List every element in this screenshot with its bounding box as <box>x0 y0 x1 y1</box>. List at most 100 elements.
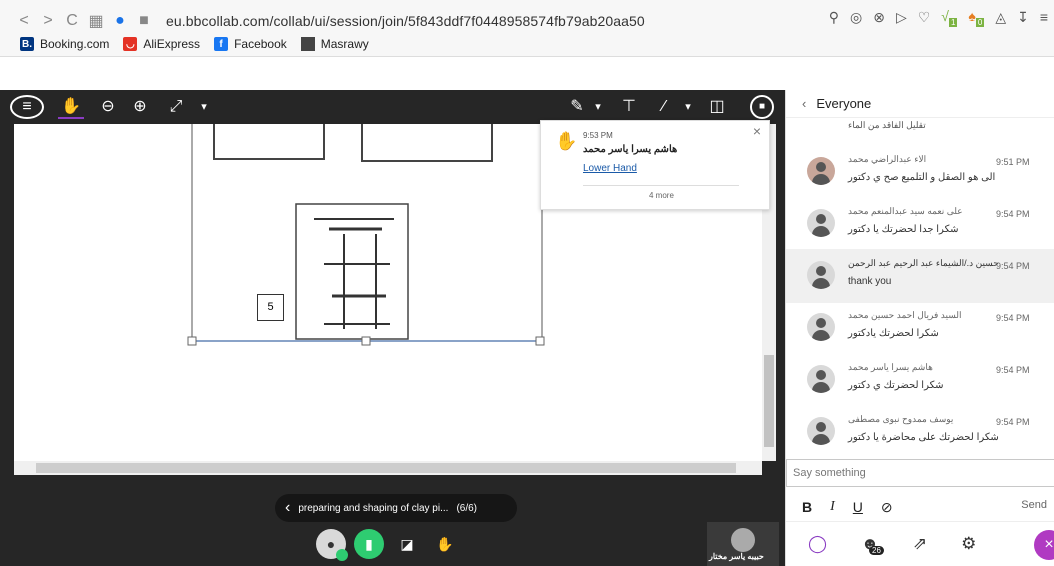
heart-icon[interactable]: ♡ <box>918 9 931 26</box>
menu-icon[interactable]: ≡ <box>1040 9 1048 25</box>
message-time: 9:54 PM <box>996 209 1030 219</box>
avatar <box>807 261 835 289</box>
message-text: شكرا لحضرتك يادكتور <box>848 328 939 339</box>
block-icon[interactable]: ⊗ <box>873 9 885 26</box>
chat-message: حسين د./الشيماء عبد الرحيم عبد الرحمن th… <box>786 249 1054 303</box>
bookmark-aliexpress[interactable]: ◡ AliExpress <box>123 37 200 51</box>
avatar <box>807 417 835 445</box>
figure-top-right <box>361 118 493 162</box>
zoom-in-icon[interactable]: ⊕ <box>128 95 152 119</box>
microphone-button[interactable]: ▮ <box>354 529 384 559</box>
message-text: شكرا لحضرتك على محاضرة يا دكتور <box>848 432 999 443</box>
browser-bar: < > C ▦ ● ■ eu.bbcollab.com/collab/ui/se… <box>0 0 1054 57</box>
horizontal-scroll-thumb[interactable] <box>36 463 736 473</box>
pencil-dropdown-icon[interactable]: ▾ <box>590 95 606 119</box>
settings-gear-icon[interactable]: ⚙ <box>961 534 976 554</box>
lock-icon: ■ <box>139 12 149 29</box>
text-tool-icon[interactable]: ⊤ <box>617 95 641 119</box>
selection-handle[interactable] <box>535 336 545 346</box>
chat-tab-icon[interactable]: ◯ <box>808 534 827 554</box>
bold-icon[interactable]: B <box>802 499 812 515</box>
status-badge <box>336 549 348 561</box>
underline-icon[interactable]: U <box>853 499 863 515</box>
bookmark-facebook[interactable]: f Facebook <box>214 37 287 51</box>
lower-hand-link[interactable]: Lower Hand <box>583 163 637 174</box>
camera-off-button[interactable]: ◪ <box>392 529 422 559</box>
box-icon[interactable]: ◬ <box>995 9 1006 26</box>
hand-icon: ✋ <box>555 131 578 151</box>
fit-dropdown-icon[interactable]: ▾ <box>196 95 212 119</box>
avatar <box>807 157 835 185</box>
participants-count: 26 <box>869 546 884 555</box>
chevron-left-icon[interactable]: ‹ <box>285 499 290 517</box>
selection-handle[interactable] <box>187 336 197 346</box>
message-time: 9:54 PM <box>996 261 1030 271</box>
panel-tabs: ◯ ☻ 26 ⇗ ⚙ <box>786 521 1054 566</box>
raise-hand-button[interactable]: ✋ <box>430 529 460 559</box>
file-title: preparing and shaping of clay pi... <box>298 502 449 514</box>
file-page: (6/6) <box>456 502 477 514</box>
mic-icon[interactable]: ● <box>108 12 132 30</box>
reload-icon[interactable]: C <box>60 12 84 30</box>
pan-hand-icon[interactable]: ✋ <box>58 95 84 119</box>
send-button[interactable]: Send <box>1021 499 1047 511</box>
message-time: 9:54 PM <box>996 365 1030 375</box>
url-field[interactable]: eu.bbcollab.com/collab/ui/session/join/5… <box>166 13 645 29</box>
format-bar: B I U ⊘ Send <box>786 494 1054 520</box>
extension-one-icon[interactable]: √ 1 <box>941 8 958 27</box>
chat-input[interactable]: Say something <box>786 459 1054 487</box>
zoom-out-icon[interactable]: ⊖ <box>96 95 120 119</box>
chat-top-text: تقليل الفاقد من الماء <box>848 120 926 130</box>
message-time: 9:54 PM <box>996 313 1030 323</box>
fit-screen-icon[interactable]: ⤢ <box>164 95 188 119</box>
apps-icon[interactable]: ▦ <box>84 11 108 31</box>
vertical-scroll-thumb[interactable] <box>764 355 774 447</box>
search-icon[interactable]: ⚲ <box>829 9 839 26</box>
forward-icon[interactable]: > <box>36 12 60 30</box>
self-video-tile: حبيبه ياسر مختار <box>707 522 779 566</box>
bookmarks-bar: B. Booking.com ◡ AliExpress f Facebook M… <box>20 37 369 51</box>
message-text: thank you <box>848 276 892 287</box>
selection-handle[interactable] <box>361 336 371 346</box>
message-author: على نعمه سيد عبدالمنعم محمد <box>848 206 963 216</box>
more-link[interactable]: 4 more <box>649 191 674 200</box>
close-icon[interactable]: × <box>753 123 761 139</box>
spacer <box>0 57 1054 90</box>
page-number-box: 5 <box>257 294 284 321</box>
browser-actions: ⚲ ◎ ⊗ ▷ ♡ √ 1 ♠ 0 ◬ ↧ ≡ <box>829 8 1048 27</box>
stop-sharing-icon[interactable]: ■ <box>750 95 774 119</box>
chat-message: الاء عبدالراضي محمد الى هو الصقل و التلم… <box>786 145 1054 199</box>
message-author: السيد فريال احمد حسين محمد <box>848 310 962 320</box>
message-time: 9:54 PM <box>996 417 1030 427</box>
pencil-icon[interactable]: ✎ <box>565 95 589 119</box>
camera-icon[interactable]: ◎ <box>850 9 862 26</box>
eraser-icon[interactable]: ◫ <box>705 95 729 119</box>
mention-icon[interactable]: ⊘ <box>881 499 893 516</box>
aliexpress-icon: ◡ <box>123 37 138 51</box>
message-author: يوسف ممدوح نبوى مصطفى <box>848 414 954 424</box>
self-name: حبيبه ياسر مختار <box>709 552 764 561</box>
send-icon[interactable]: ▷ <box>896 9 907 26</box>
italic-icon[interactable]: I <box>830 499 835 515</box>
whiteboard-toolbar: ≡ ✋ ⊖ ⊕ ⤢ ▾ ✎ ▾ ⊤ ∕ ▾ ◫ ■ <box>0 90 785 124</box>
chevron-left-icon[interactable]: ‹ <box>802 96 806 111</box>
slide-frame <box>191 118 543 342</box>
bookmark-booking[interactable]: B. Booking.com <box>20 37 109 51</box>
share-content-icon[interactable]: ⇗ <box>913 534 927 554</box>
message-text: شكرا لحضرتك ي دكتور <box>848 380 944 391</box>
line-tool-icon[interactable]: ∕ <box>652 95 676 119</box>
line-dropdown-icon[interactable]: ▾ <box>680 95 696 119</box>
chat-panel: ‹ Everyone تقليل الفاقد من الماء الاء عب… <box>785 90 1054 566</box>
avatar <box>807 209 835 237</box>
figure-frame <box>295 203 409 340</box>
avatar-status-button[interactable]: ● <box>316 529 348 561</box>
session-menu-icon[interactable]: ≡ <box>10 95 44 119</box>
chat-message: على نعمه سيد عبدالمنعم محمد شكرا جدا لحض… <box>786 197 1054 251</box>
bookmark-masrawy[interactable]: Masrawy <box>300 37 369 51</box>
extension-two-icon[interactable]: ♠ 0 <box>968 8 985 27</box>
facebook-icon: f <box>214 37 229 51</box>
download-icon[interactable]: ↧ <box>1017 9 1029 26</box>
chat-message: السيد فريال احمد حسين محمد شكرا لحضرتك ي… <box>786 301 1054 355</box>
participants-tab-icon[interactable]: ☻ 26 <box>861 534 884 555</box>
back-icon[interactable]: < <box>12 12 36 30</box>
